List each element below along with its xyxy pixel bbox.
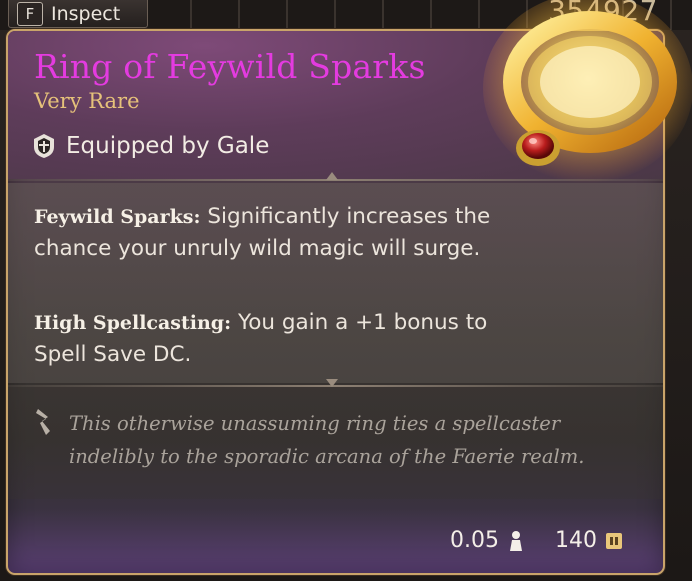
flavor-text: This otherwise unassuming ring ties a sp… bbox=[69, 412, 585, 468]
ability-name: High Spellcasting: bbox=[34, 312, 232, 334]
gold-coin-icon bbox=[606, 532, 622, 549]
equipped-text: Equipped by Gale bbox=[66, 133, 270, 159]
item-name: Ring of Feywild Sparks bbox=[34, 47, 426, 86]
equipped-status: Equipped by Gale bbox=[32, 133, 269, 159]
game-screen: F Inspect 354927 Ring of Feywild Sparks … bbox=[0, 0, 692, 581]
item-stats: 0.05 140 bbox=[450, 528, 623, 553]
divider-notch-icon bbox=[326, 379, 338, 387]
divider-notch-icon bbox=[326, 172, 338, 180]
weight-icon bbox=[510, 530, 522, 551]
item-weight: 0.05 bbox=[450, 528, 499, 553]
inspect-label: Inspect bbox=[51, 2, 121, 25]
equipped-helmet-icon bbox=[34, 134, 54, 158]
inspect-button[interactable]: F Inspect bbox=[8, 0, 148, 28]
flavor-section: This otherwise unassuming ring ties a sp… bbox=[8, 387, 663, 499]
ring-item-icon bbox=[483, 0, 692, 183]
item-value: 140 bbox=[555, 528, 597, 553]
ability-feywild-sparks: Feywild Sparks: Significantly increases … bbox=[34, 201, 514, 264]
quill-icon bbox=[36, 409, 50, 435]
ability-high-spellcasting: High Spellcasting: You gain a +1 bonus t… bbox=[34, 307, 514, 370]
keybind-hint: F bbox=[17, 1, 43, 26]
ability-name: Feywild Sparks: bbox=[34, 206, 201, 228]
abilities-section: Feywild Sparks: Significantly increases … bbox=[8, 183, 663, 383]
item-rarity: Very Rare bbox=[34, 89, 140, 113]
